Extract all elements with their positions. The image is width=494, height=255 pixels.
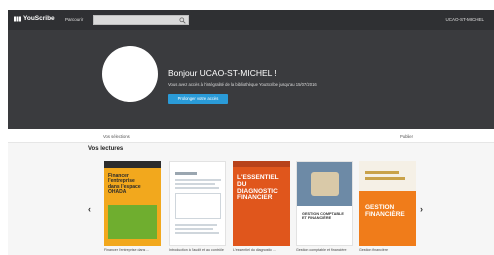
- cover-title-line: FINANCIER: [237, 194, 273, 202]
- book-cover[interactable]: GESTION COMPTABLE ET FINANCIÈRE: [296, 161, 353, 246]
- page: YouScribe Parcourir UCAO-ST-MICHEL Bonjo…: [0, 0, 494, 255]
- user-menu[interactable]: UCAO-ST-MICHEL: [445, 17, 484, 22]
- cover-title-line: ET FINANCIÈRE: [302, 215, 332, 220]
- access-info-text: Vous avez accès à l'intégralité de la bi…: [168, 82, 317, 87]
- book-cover[interactable]: L'ESSENTIEL DU DIAGNOSTIC FINANCIER: [233, 161, 290, 246]
- tab-publish[interactable]: Publier: [400, 134, 413, 139]
- avatar[interactable]: [102, 46, 158, 102]
- book-caption[interactable]: Gestion financière: [359, 248, 419, 252]
- book-caption[interactable]: L'essentiel du diagnostic ...: [233, 248, 293, 252]
- extend-access-button[interactable]: Prolonger votre accès: [168, 94, 228, 104]
- search-box: [93, 15, 189, 32]
- cover-title-line: FINANCIÈRE: [365, 210, 405, 218]
- profile-hero: Bonjour UCAO-ST-MICHEL ! Vous avez accès…: [8, 30, 494, 129]
- profile-tabs: Vos sélections Publier: [8, 129, 494, 143]
- logo[interactable]: YouScribe: [14, 15, 55, 22]
- browse-link[interactable]: Parcourir: [65, 17, 83, 22]
- top-bar: YouScribe Parcourir UCAO-ST-MICHEL: [8, 10, 494, 32]
- section-title-lectures: Vos lectures: [88, 146, 124, 152]
- logo-text: YouScribe: [23, 15, 55, 22]
- carousel-next-button[interactable]: ›: [420, 204, 423, 214]
- browser-viewport: YouScribe Parcourir UCAO-ST-MICHEL Bonjo…: [8, 10, 494, 255]
- cover-title-line: OHADA: [108, 188, 127, 195]
- greeting-title: Bonjour UCAO-ST-MICHEL !: [168, 68, 277, 78]
- book-cover[interactable]: GESTION FINANCIÈRE: [359, 161, 416, 246]
- logo-icon: [14, 16, 21, 21]
- carousel-prev-button[interactable]: ‹: [88, 204, 91, 214]
- book-caption[interactable]: Financer l'entreprise dans ...: [104, 248, 164, 252]
- cover-header: [359, 161, 416, 191]
- book-cover[interactable]: [169, 161, 226, 246]
- search-icon[interactable]: [179, 17, 186, 24]
- book-cover[interactable]: Financer l'entreprise dans l'espace OHAD…: [104, 161, 161, 246]
- tab-selections[interactable]: Vos sélections: [103, 134, 130, 139]
- cover-illustration: [108, 205, 157, 239]
- book-caption[interactable]: Introduction à l'audit et au contrôle: [169, 248, 229, 252]
- book-caption[interactable]: Gestion comptable et financière: [296, 248, 356, 252]
- chevron-right-icon: ›: [420, 204, 423, 214]
- chevron-left-icon: ‹: [88, 204, 91, 214]
